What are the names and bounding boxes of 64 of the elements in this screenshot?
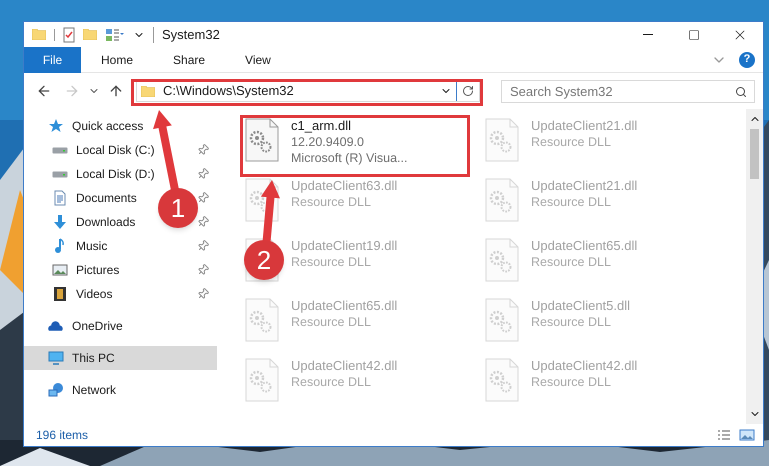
address-path: C:\Windows\System32	[163, 82, 294, 100]
sidebar-item[interactable]: Pictures	[24, 258, 124, 282]
item-count: 196 items	[36, 427, 88, 444]
scrollbar-thumb[interactable]	[750, 129, 759, 179]
ribbon-tab[interactable]: Share	[153, 46, 226, 72]
properties-icon[interactable]	[105, 28, 125, 42]
picture-icon	[52, 264, 68, 276]
address-bar[interactable]: C:\Windows\System32	[136, 80, 480, 102]
sidebar-item[interactable]: Local Disk (C:)	[24, 138, 159, 162]
document-icon	[52, 190, 68, 206]
sidebar-item[interactable]: Network	[24, 378, 120, 402]
refresh-icon[interactable]	[462, 85, 474, 97]
gear-file-icon	[485, 118, 519, 162]
ribbon-tab[interactable]: View	[225, 46, 291, 72]
drive-icon	[52, 146, 68, 154]
file-detail: Resource DLL	[531, 254, 612, 270]
gear-file-icon	[485, 298, 519, 342]
ribbon-tab[interactable]: Home	[81, 46, 154, 72]
file-name[interactable]: c1_arm.dll	[291, 118, 408, 134]
download-icon	[52, 214, 68, 230]
file-detail: 12.20.9409.0	[291, 134, 365, 150]
file-detail: Resource DLL	[531, 194, 612, 210]
film-icon	[52, 286, 68, 302]
gear-file-icon	[245, 298, 279, 342]
gear-file-icon	[245, 358, 279, 402]
gear-file-icon	[485, 358, 519, 402]
minimize-icon	[643, 34, 653, 35]
file-menu-button[interactable]: File	[24, 46, 81, 72]
maximize-icon	[688, 28, 700, 40]
gear-file-icon	[485, 238, 519, 282]
sidebar-item[interactable]: Videos	[24, 282, 116, 306]
folder-icon	[32, 29, 46, 40]
sidebar-item[interactable]: Quick access	[24, 114, 148, 138]
large-icons-view-icon[interactable]	[739, 429, 755, 441]
search-field[interactable]: Search System32	[501, 80, 755, 102]
cloud-icon	[48, 321, 64, 331]
file-detail: Resource DLL	[291, 194, 372, 210]
file-detail: Resource DLL	[531, 134, 612, 150]
network-icon	[48, 382, 64, 398]
search-icon	[735, 86, 747, 98]
monitor-icon	[48, 350, 64, 366]
gear-file-icon	[245, 118, 279, 162]
gear-file-icon	[485, 178, 519, 222]
up-button[interactable]	[108, 83, 124, 99]
help-button[interactable]: ?	[739, 52, 755, 68]
drive-icon	[52, 170, 68, 178]
sidebar-item[interactable]: Local Disk (D:)	[24, 162, 159, 186]
file-detail: Microsoft (R) Visua...	[291, 150, 408, 166]
sidebar-item[interactable]: Documents	[24, 186, 141, 210]
sidebar-item[interactable]: Music	[24, 234, 112, 258]
file-detail: Resource DLL	[291, 254, 372, 270]
scrollbar[interactable]	[746, 109, 763, 424]
file-detail: Resource DLL	[291, 314, 372, 330]
star-icon	[48, 118, 64, 134]
sidebar-item[interactable]: Downloads	[24, 210, 140, 234]
checklist-icon[interactable]	[63, 26, 75, 42]
file-detail: Resource DLL	[531, 374, 612, 390]
file-detail: Resource DLL	[531, 314, 612, 330]
file-detail: Resource DLL	[291, 374, 372, 390]
folder-icon	[141, 86, 155, 96]
window-title: System32	[162, 26, 220, 44]
back-button[interactable]	[36, 83, 52, 99]
sidebar-item[interactable]: OneDrive	[24, 314, 127, 338]
details-view-icon[interactable]	[717, 430, 731, 440]
